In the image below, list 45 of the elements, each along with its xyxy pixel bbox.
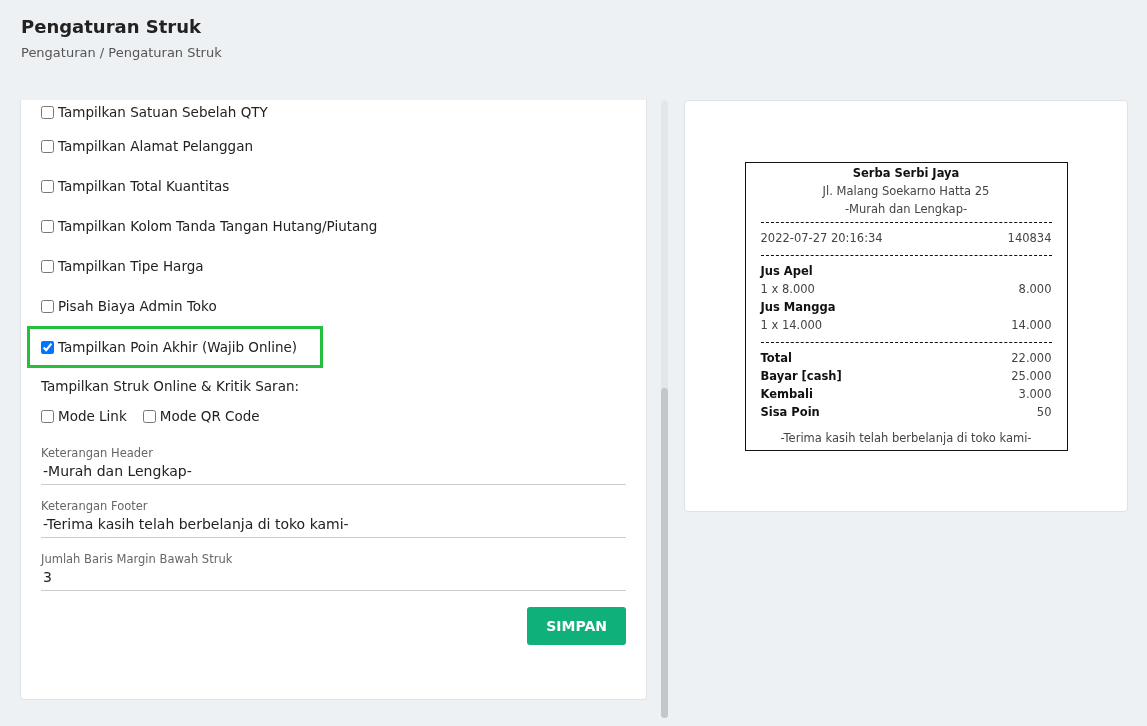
store-name: Serba Serbi Jaya	[851, 165, 961, 182]
summary-label: Kembali	[760, 386, 813, 403]
item-subtotal: 8.000	[1018, 281, 1052, 298]
breadcrumb: Pengaturan / Pengaturan Struk	[21, 45, 223, 60]
field-label: Keterangan Footer	[41, 499, 149, 513]
summary-value: 25.000	[1011, 368, 1052, 385]
scrollbar[interactable]	[661, 100, 668, 718]
store-address: Jl. Malang Soekarno Hatta 25	[821, 183, 991, 200]
checkbox-option[interactable]: Tampilkan Tipe Harga	[41, 258, 204, 274]
receipt-number: 140834	[1007, 230, 1052, 247]
checkbox[interactable]	[142, 409, 156, 423]
checkbox[interactable]	[41, 409, 54, 423]
footer-note: -Terima kasih telah berbelanja di toko kami-	[779, 430, 1033, 447]
summary-value: 50	[1036, 404, 1052, 421]
summary-label: Bayar [cash]	[760, 368, 842, 385]
item-subtotal: 14.000	[1011, 317, 1052, 334]
summary-label: Sisa Poin	[760, 404, 820, 421]
summary-value: 22.000	[1011, 350, 1052, 367]
section-label: Tampilkan Struk Online & Kritik Saran:	[41, 378, 301, 394]
field-label: Keterangan Header	[41, 446, 154, 460]
checkbox-option[interactable]: Tampilkan Total Kuantitas	[41, 178, 230, 194]
checkbox[interactable]	[41, 259, 54, 273]
field-label: Jumlah Baris Margin Bawah Struk	[41, 552, 234, 566]
header-note: -Murah dan Lengkap-	[843, 201, 969, 218]
item-quantity-price: 1 x 8.000	[760, 281, 815, 298]
summary-value: 3.000	[1018, 386, 1052, 403]
item-name: Jus Apel	[760, 263, 814, 280]
receipt-datetime: 2022-07-27 20:16:34	[760, 230, 883, 247]
checkbox-option[interactable]: Tampilkan Kolom Tanda Tangan Hutang/Piutang	[41, 218, 378, 234]
checkbox-option[interactable]: Mode Link	[41, 408, 127, 424]
checkbox[interactable]	[41, 299, 54, 313]
item-name: Jus Mangga	[760, 299, 837, 316]
checkbox[interactable]	[41, 139, 54, 153]
checkbox-option[interactable]: Pisah Biaya Admin Toko	[41, 298, 217, 314]
checkbox-option[interactable]: Tampilkan Alamat Pelanggan	[41, 138, 253, 154]
checkbox-option[interactable]: Tampilkan Satuan Sebelah QTY	[41, 104, 268, 120]
checkbox[interactable]	[41, 340, 54, 354]
checkbox-option[interactable]: Mode QR Code	[142, 408, 260, 424]
checkbox-option[interactable]: Tampilkan Poin Akhir (Wajib Online)	[41, 339, 298, 355]
checkbox[interactable]	[41, 219, 54, 233]
checkbox[interactable]	[41, 105, 54, 119]
checkbox[interactable]	[41, 179, 54, 193]
page-title: Pengaturan Struk	[21, 16, 202, 37]
summary-label: Total	[760, 350, 792, 367]
item-quantity-price: 1 x 14.000	[760, 317, 823, 334]
